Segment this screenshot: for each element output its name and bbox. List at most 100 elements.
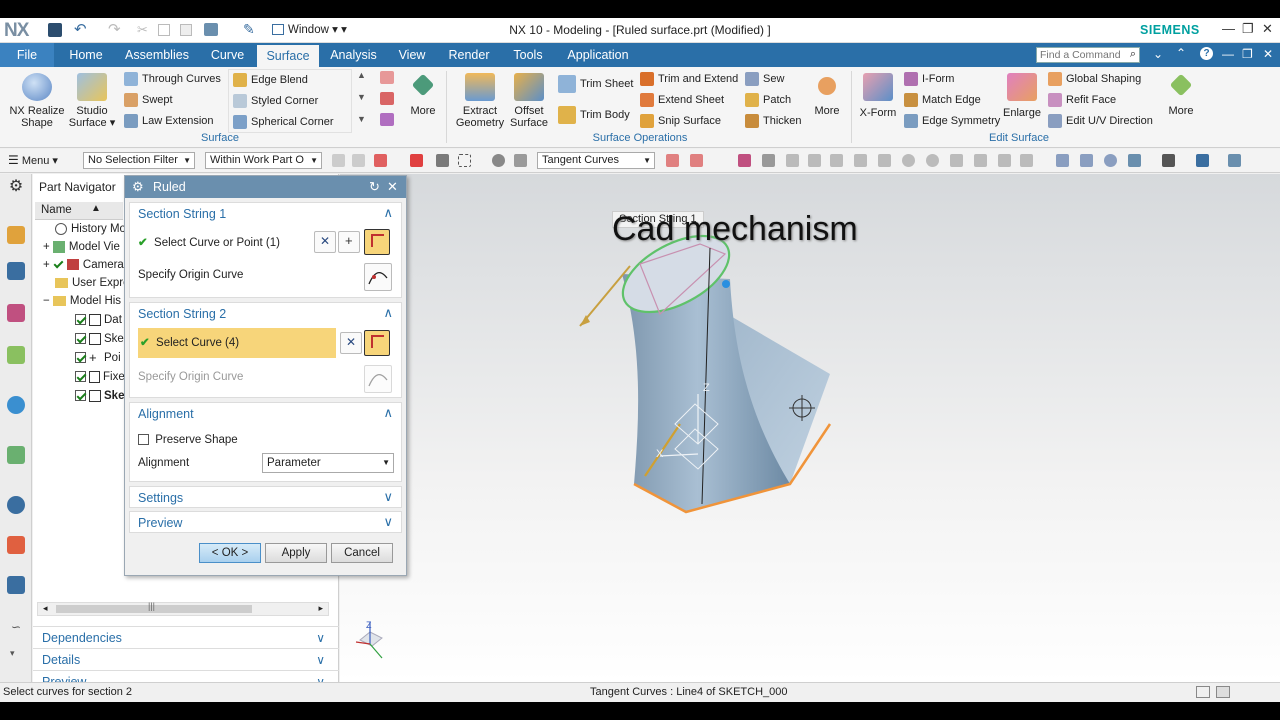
find-command-box[interactable]: ⌕ (1036, 47, 1140, 63)
offset-surface-button[interactable]: Offset Surface (506, 73, 552, 129)
surface-tool-icon-3[interactable] (380, 113, 394, 126)
web-browser-icon[interactable] (7, 446, 25, 464)
styled-corner-button[interactable]: Styled Corner (233, 92, 318, 110)
snap-point-icon-11[interactable] (1020, 154, 1033, 167)
cancel-button[interactable]: Cancel (331, 543, 393, 563)
alignment-header[interactable]: Alignment (138, 407, 194, 421)
enlarge-button[interactable]: Enlarge (1000, 73, 1044, 119)
tab-curve[interactable]: Curve (200, 43, 255, 67)
horizontal-scrollbar[interactable]: ◂ ||| ▸ (37, 601, 329, 616)
snap-point-icon-1[interactable] (786, 154, 799, 167)
snap-point-icon-8[interactable] (950, 154, 963, 167)
search-icon[interactable]: ⌕ (1130, 48, 1136, 61)
visibility-checkbox[interactable] (53, 259, 64, 270)
process-studio-icon[interactable] (7, 536, 25, 554)
chevron-up-icon[interactable]: ∧ (383, 205, 393, 221)
select-curve-icon[interactable] (410, 154, 423, 167)
fit-view-icon[interactable] (1056, 154, 1069, 167)
minimize-icon[interactable]: — (1222, 21, 1235, 36)
graphics-window[interactable]: Z X Z Section String 1 Cad mechanism (340, 174, 1280, 682)
nx-realize-shape-button[interactable]: NX Realize Shape (6, 73, 68, 129)
gear-icon[interactable]: ⚙ (7, 178, 25, 196)
swept-button[interactable]: Swept (124, 91, 173, 109)
assembly-navigator-icon[interactable] (7, 226, 25, 244)
operations-more-button[interactable]: More (808, 77, 846, 117)
edit-section-icon[interactable] (1228, 154, 1241, 167)
chevron-up-icon[interactable]: ⌃ (1176, 46, 1186, 60)
status-full-screen-icon[interactable] (1196, 686, 1210, 698)
select-curve-icon[interactable] (364, 330, 390, 356)
match-edge-button[interactable]: Match Edge (904, 91, 981, 109)
zoom-icon[interactable] (1080, 154, 1093, 167)
sew-button[interactable]: Sew (745, 70, 784, 88)
preview-group[interactable]: Preview ∨ (129, 511, 402, 533)
snap-point-icon-9[interactable] (974, 154, 987, 167)
menu-button[interactable]: ☰ Menu ▾ (8, 153, 58, 167)
tab-tools[interactable]: Tools (502, 43, 554, 67)
chevron-down-icon[interactable]: ⌄ (1153, 47, 1163, 61)
apply-button[interactable]: Apply (265, 543, 327, 563)
trim-sheet-button[interactable]: Trim Sheet (558, 75, 633, 94)
snap-point-icon-6[interactable] (902, 154, 915, 167)
find-command-input[interactable] (1037, 48, 1123, 62)
status-window-icon[interactable] (1216, 686, 1230, 698)
extract-geometry-button[interactable]: Extract Geometry (452, 73, 508, 129)
general-selection-icon[interactable] (332, 154, 345, 167)
specify-origin-curve-icon[interactable] (364, 365, 392, 393)
path-selection-icon[interactable] (762, 154, 775, 167)
specify-origin-curve-icon[interactable] (364, 263, 392, 291)
name-column-header[interactable]: Name ▲ (35, 202, 123, 220)
trim-and-extend-button[interactable]: Trim and Extend (640, 70, 738, 88)
face-select-icon[interactable] (492, 154, 505, 167)
section-2-header[interactable]: Section String 2 (138, 307, 226, 321)
surface-tool-icon-1[interactable] (380, 71, 394, 84)
collapse-icon[interactable]: − (43, 295, 50, 307)
through-curves-button[interactable]: Through Curves (124, 70, 221, 88)
follow-fillet-icon[interactable] (690, 154, 703, 167)
thicken-button[interactable]: Thicken (745, 112, 802, 130)
expand-icon[interactable]: + (43, 241, 50, 253)
preserve-shape-row[interactable]: Preserve Shape (138, 434, 238, 446)
dependencies-panel[interactable]: Dependencies ∨ (33, 626, 339, 648)
snap-point-icon-10[interactable] (998, 154, 1011, 167)
tab-surface[interactable]: Surface (257, 45, 319, 67)
i-form-button[interactable]: I-Form (904, 70, 954, 88)
help-icon[interactable]: ? (1200, 47, 1213, 60)
section-1-select-row[interactable]: ✔ Select Curve or Point (1) (138, 235, 280, 249)
doc-minimize-icon[interactable]: — (1222, 47, 1234, 61)
tab-analysis[interactable]: Analysis (322, 43, 385, 67)
trim-body-button[interactable]: Trim Body (558, 106, 630, 125)
law-extension-button[interactable]: Law Extension (124, 112, 214, 130)
tree-item-model-history[interactable]: − Model His (35, 292, 121, 310)
chevron-up-icon[interactable]: ∧ (383, 305, 393, 321)
rotate-icon[interactable] (1104, 154, 1117, 167)
chevron-up-icon[interactable]: ∧ (383, 405, 393, 421)
scroll-right-icon[interactable]: ▸ (318, 603, 323, 614)
point-snap-icon[interactable] (374, 154, 387, 167)
preserve-shape-checkbox[interactable] (138, 434, 149, 446)
expand-icon[interactable]: + (43, 259, 50, 271)
studio-surface-button[interactable]: Studio Surface ▾ (66, 73, 118, 129)
work-layer-icon[interactable] (1196, 154, 1209, 167)
doc-close-icon[interactable]: ✕ (1263, 47, 1273, 61)
body-select-icon[interactable] (514, 154, 527, 167)
gallery-down-icon[interactable]: ▼ (357, 92, 366, 102)
snap-point-icon-5[interactable] (878, 154, 891, 167)
feature-checkbox[interactable] (75, 390, 86, 402)
selection-filter-dropdown[interactable]: No Selection Filter ▼ (83, 152, 195, 169)
constraint-navigator-icon[interactable] (7, 262, 25, 280)
edit-more-button[interactable]: More (1162, 73, 1200, 117)
snap-point-icon-7[interactable] (926, 154, 939, 167)
tree-item-point[interactable]: + Poi (35, 349, 121, 367)
doc-restore-icon[interactable]: ❐ (1242, 47, 1253, 61)
snap-point-icon-2[interactable] (808, 154, 821, 167)
edge-blend-button[interactable]: Edge Blend (233, 71, 308, 89)
restore-icon[interactable]: ❐ (1242, 21, 1254, 37)
render-style-icon[interactable] (1162, 154, 1175, 167)
surface-tool-icon-2[interactable] (380, 92, 394, 105)
select-curve-icon[interactable] (364, 229, 390, 255)
surface-more-button[interactable]: More (404, 73, 442, 117)
tab-render[interactable]: Render (439, 43, 499, 67)
point-dialog-icon[interactable]: + (338, 231, 360, 253)
tree-item-datum[interactable]: Dat (35, 311, 122, 329)
